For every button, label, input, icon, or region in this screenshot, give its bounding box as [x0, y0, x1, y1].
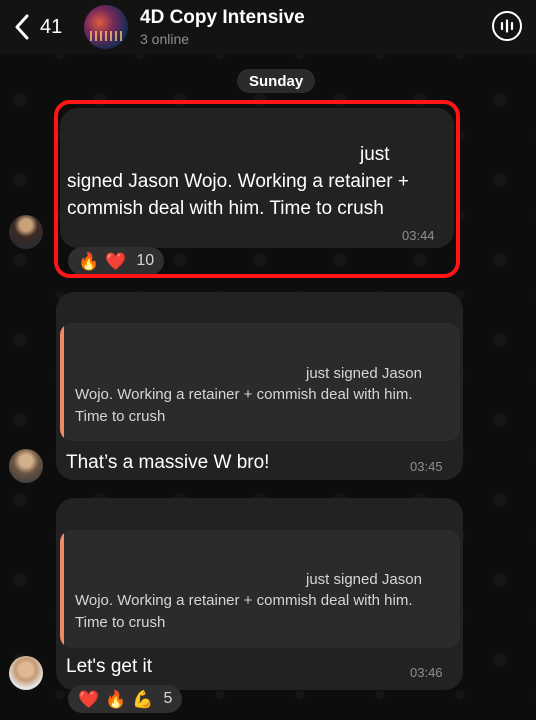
- group-avatar[interactable]: [84, 5, 128, 49]
- heart-emoji: ❤️: [78, 689, 100, 709]
- message-text: That’s a massive W bro!: [66, 452, 270, 473]
- flexed-biceps-emoji: 💪: [132, 689, 154, 709]
- message-time: 03:46: [410, 665, 443, 680]
- audio-wave-icon: [500, 19, 514, 33]
- reply-text: Time to crush: [75, 408, 166, 425]
- sender-avatar[interactable]: [9, 215, 43, 249]
- chat-title: 4D Copy Intensive: [140, 7, 305, 28]
- highlight-frame: [54, 100, 460, 278]
- reply-text: Wojo. Working a retainer + commish deal …: [75, 386, 413, 403]
- reply-text: Wojo. Working a retainer + commish deal …: [75, 592, 413, 609]
- fire-emoji: 🔥: [105, 689, 127, 709]
- message-time: 03:45: [410, 459, 443, 474]
- message-text: Let's get it: [66, 656, 153, 677]
- reply-text: just signed Jason: [306, 571, 422, 588]
- chevron-left-icon: [15, 14, 29, 40]
- date-separator: Sunday: [237, 69, 316, 93]
- sender-avatar[interactable]: [9, 656, 43, 690]
- chat-header: 41 4D Copy Intensive 3 online: [0, 0, 536, 54]
- reaction-count: 5: [163, 690, 173, 707]
- chat-info[interactable]: 4D Copy Intensive 3 online: [140, 7, 305, 47]
- reply-text: Time to crush: [75, 614, 166, 631]
- unread-count: 41: [40, 15, 63, 38]
- reply-text: just signed Jason: [306, 365, 422, 382]
- voice-chat-button[interactable]: [492, 11, 522, 41]
- reactions-bar[interactable]: ❤️ 🔥 💪 5: [68, 685, 183, 713]
- back-button[interactable]: 41: [0, 0, 74, 54]
- sender-avatar[interactable]: [9, 449, 43, 483]
- online-status: 3 online: [140, 31, 190, 47]
